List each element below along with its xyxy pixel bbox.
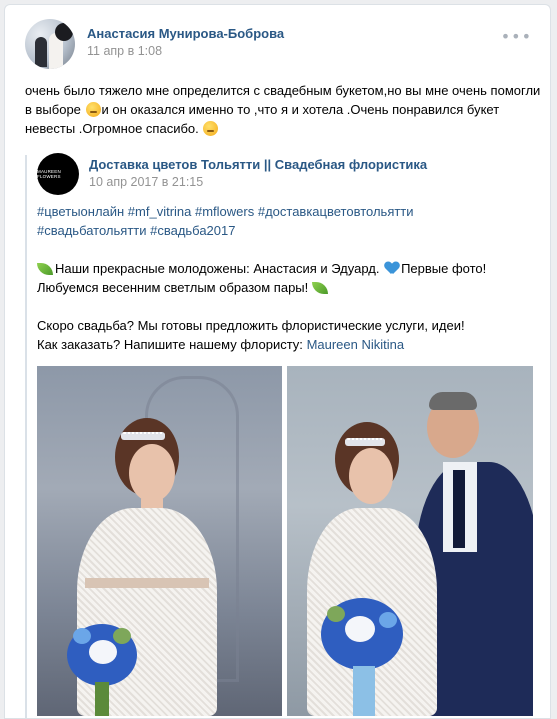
more-dots-icon[interactable]: ••• [501,27,532,46]
repost-line4: Как заказать? Напишите нашему флористу: [37,337,303,352]
wink-emoji-icon [203,121,219,136]
post-date[interactable]: 11 апр в 1:08 [87,44,162,58]
author-avatar[interactable] [25,19,75,69]
group-avatar[interactable]: MAUREEN FLOWERS [37,153,79,195]
hashtags-line2[interactable]: #свадьбатольятти #свадьба2017 [37,223,235,238]
repost-date[interactable]: 10 апр 2017 в 21:15 [89,175,203,189]
hashtags-line1[interactable]: #цветыонлайн #mf_vitrina #mflowers #дост… [37,204,414,219]
grimace-emoji-icon [85,102,101,117]
repost-line3: Скоро свадьба? Мы готовы предложить флор… [37,318,465,333]
group-avatar-logo-text: MAUREEN FLOWERS [37,169,61,179]
author-name[interactable]: Анастасия Мунирова-Боброва [87,26,284,41]
blue-heart-emoji-icon [385,262,399,274]
leaf-emoji-icon [311,282,328,294]
florist-link[interactable]: Maureen Nikitina [307,337,405,352]
repost-line2: Любуемся весенним светлым образом пары! [37,280,309,295]
repost-divider [25,155,27,718]
repost-line1-b: Первые фото! [401,261,487,276]
leaf-emoji-icon [37,263,53,275]
post-card: Анастасия Мунирова-Боброва 11 апр в 1:08… [4,4,551,719]
repost-line1-a: Наши прекрасные молодожены: Анастасия и … [55,261,380,276]
post-text: очень было тяжело мне определится с свад… [25,81,545,138]
repost-text: #цветыонлайн #mf_vitrina #mflowers #дост… [37,202,542,354]
group-name[interactable]: Доставка цветов Тольятти || Свадебная фл… [89,157,427,172]
photo-bride[interactable] [37,366,282,716]
photo-couple[interactable] [287,366,533,716]
